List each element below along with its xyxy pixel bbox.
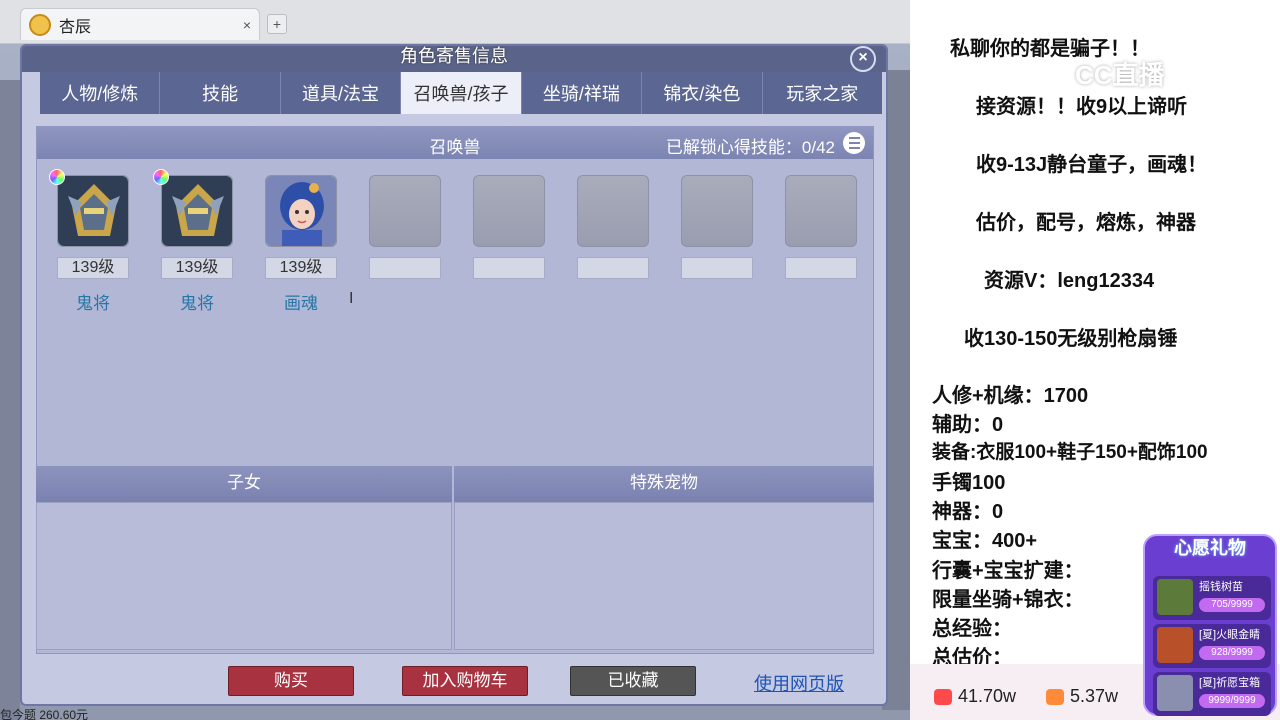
role-sale-dialog: 角色寄售信息 × 人物/修炼 技能 道具/法宝 召唤兽/孩子 坐骑/祥瑞 锦衣/… <box>20 44 888 706</box>
special-pets-header: 特殊宠物 <box>454 466 874 502</box>
stat-line-6: 宝宝：400+ <box>932 530 1038 552</box>
gift-name: 摇钱树苗 <box>1199 581 1243 593</box>
pet-slot-1[interactable] <box>57 175 129 247</box>
wish-gift-widget[interactable]: 心愿礼物 摇钱树苗 705/9999 [夏]火眼金睛 928/9999 [夏]祈… <box>1143 534 1277 716</box>
special-pets-panel <box>454 502 874 650</box>
fans-stat: 5.37w <box>1046 686 1118 707</box>
notice-line-6: 收130-150无级别枪扇锤 <box>964 328 1178 350</box>
stat-line-9: 总经验： <box>932 618 1012 640</box>
painted-soul-portrait-icon <box>266 176 336 246</box>
notice-line-4: 估价，配号，熔炼，神器 <box>976 212 1196 234</box>
pet-level-1: 139级 <box>57 257 129 279</box>
dialog-tabs: 人物/修炼 技能 道具/法宝 召唤兽/孩子 坐骑/祥瑞 锦衣/染色 玩家之家 <box>40 72 882 114</box>
stat-line-2: 辅助：0 <box>932 414 1004 436</box>
left-page-strip <box>0 80 20 720</box>
tab-title: 杏辰 <box>59 18 92 36</box>
new-tab-button[interactable]: + <box>267 14 287 34</box>
pet-name-1[interactable]: 鬼将 <box>57 289 129 314</box>
list-icon[interactable] <box>843 132 865 154</box>
tab-summons[interactable]: 召唤兽/孩子 <box>401 72 522 114</box>
fans-icon <box>1046 688 1064 705</box>
wish-title: 心愿礼物 <box>1174 538 1246 558</box>
text-cursor-icon: I <box>349 290 354 307</box>
empty-pet-slot[interactable] <box>369 175 441 247</box>
add-to-cart-button[interactable]: 加入购物车 <box>402 666 528 696</box>
treasure-chest-icon <box>1157 675 1193 711</box>
notice-line-1: 私聊你的都是骗子！！ <box>950 38 1150 60</box>
stat-line-1: 人修+机缘：1700 <box>932 385 1089 407</box>
tab-bar: 杏辰 × + <box>0 0 910 44</box>
fire-icon <box>934 688 952 705</box>
ghost-general-portrait-icon <box>58 176 128 246</box>
unlocked-skills-label: 已解锁心得技能：0/42 <box>665 138 835 157</box>
tab-close-icon[interactable]: × <box>243 17 251 33</box>
dialog-title: 角色寄售信息 <box>400 46 508 66</box>
empty-level-box <box>577 257 649 279</box>
browser-window: 杏辰 × + 包今题 260.60元 角色寄售信息 × 人物/修炼 技能 道具/… <box>0 0 910 720</box>
stat-line-7: 行囊+宝宝扩建： <box>932 560 1084 582</box>
empty-pet-slot[interactable] <box>785 175 857 247</box>
gift-item[interactable]: [夏]火眼金睛 928/9999 <box>1153 624 1271 668</box>
stat-line-4: 手镯100 <box>932 472 1006 494</box>
empty-level-box <box>369 257 441 279</box>
dialog-close-button[interactable]: × <box>850 46 876 72</box>
gift-progress: 9999/9999 <box>1199 694 1265 708</box>
gift-progress: 928/9999 <box>1199 646 1265 660</box>
summon-header: 召唤兽 已解锁心得技能：0/42 <box>37 127 873 159</box>
gem-icon <box>49 169 65 185</box>
tab-items[interactable]: 道具/法宝 <box>281 72 402 114</box>
stat-line-5: 神器：0 <box>932 501 1004 523</box>
empty-level-box <box>785 257 857 279</box>
pet-slot-2[interactable] <box>161 175 233 247</box>
ghost-general-portrait-icon <box>162 176 232 246</box>
gift-progress: 705/9999 <box>1199 598 1265 612</box>
tab-outfits[interactable]: 锦衣/染色 <box>642 72 763 114</box>
tab-character[interactable]: 人物/修炼 <box>40 72 161 114</box>
gift-item[interactable]: 摇钱树苗 705/9999 <box>1153 576 1271 620</box>
screen: 杏辰 × + 包今题 260.60元 角色寄售信息 × 人物/修炼 技能 道具/… <box>0 0 1280 720</box>
gift-name: [夏]祈愿宝箱 <box>1199 677 1261 689</box>
tab-home[interactable]: 玩家之家 <box>763 72 882 114</box>
tab-skills[interactable]: 技能 <box>160 72 281 114</box>
golden-eye-icon <box>1157 627 1193 663</box>
empty-pet-slot[interactable] <box>681 175 753 247</box>
pet-level-2: 139级 <box>161 257 233 279</box>
gift-name: [夏]火眼金睛 <box>1199 629 1261 641</box>
gift-item[interactable]: [夏]祈愿宝箱 9999/9999 <box>1153 672 1271 716</box>
fans-value: 5.37w <box>1070 686 1119 706</box>
tab-mounts[interactable]: 坐骑/祥瑞 <box>522 72 643 114</box>
pet-name-3[interactable]: 画魂 <box>265 289 337 314</box>
pet-name-2[interactable]: 鬼将 <box>161 289 233 314</box>
notice-line-2: 接资源！！收9以上谛听 <box>976 96 1188 118</box>
empty-level-box <box>473 257 545 279</box>
browser-tab[interactable]: 杏辰 × <box>20 8 260 40</box>
favorited-button[interactable]: 已收藏 <box>570 666 696 696</box>
money-tree-icon <box>1157 579 1193 615</box>
empty-pet-slot[interactable] <box>473 175 545 247</box>
stat-line-8: 限量坐骑+锦衣： <box>932 589 1084 611</box>
favicon-icon <box>29 13 51 36</box>
gem-icon <box>153 169 169 185</box>
children-panel <box>36 502 452 650</box>
notice-line-3: 收9-13J静台童子，画魂！ <box>976 154 1208 176</box>
popularity-value: 41.70w <box>958 686 1017 706</box>
buy-button[interactable]: 购买 <box>228 666 354 696</box>
pet-slot-3[interactable] <box>265 175 337 247</box>
children-header: 子女 <box>36 466 452 502</box>
stat-line-3: 装备:衣服100+鞋子150+配饰100 <box>932 442 1208 463</box>
empty-pet-slot[interactable] <box>577 175 649 247</box>
pet-level-3: 139级 <box>265 257 337 279</box>
notice-line-5: 资源V：leng12334 <box>984 270 1155 292</box>
popularity-stat: 41.70w <box>934 686 1016 707</box>
web-version-link[interactable]: 使用网页版 <box>754 670 844 696</box>
empty-level-box <box>681 257 753 279</box>
page-bottom-text: 包今题 260.60元 <box>0 708 89 720</box>
